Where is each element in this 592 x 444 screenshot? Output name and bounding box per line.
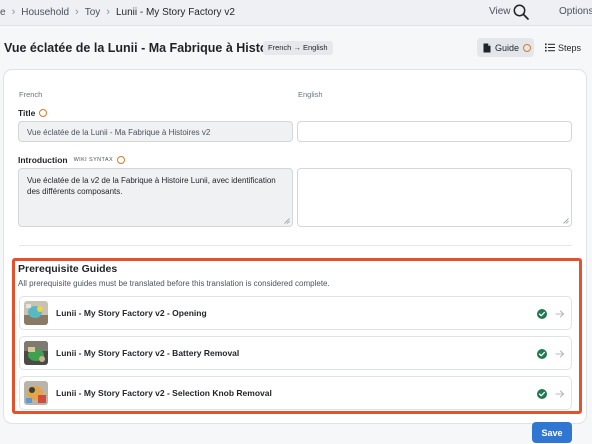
- breadcrumb-separator-icon: ›: [106, 6, 110, 18]
- view-link[interactable]: View: [489, 6, 511, 17]
- page-title: Vue éclatée de la Lunii - Ma Fabrique à …: [4, 41, 308, 55]
- introduction-source-field: Vue éclatée de la v2 de la Fabrique à Hi…: [18, 168, 293, 227]
- tab-guide-label: Guide: [495, 42, 520, 53]
- list-icon: [545, 43, 555, 52]
- breadcrumb-separator-icon: ›: [11, 6, 16, 18]
- introduction-label-text: Introduction: [18, 155, 68, 165]
- document-icon: [483, 43, 491, 52]
- guide-title: Lunii - My Story Factory v2 - Selection …: [56, 388, 272, 398]
- breadcrumb-separator-icon: ›: [75, 6, 79, 18]
- introduction-field-label: Introduction WIKI SYNTAX: [18, 155, 126, 165]
- search-icon[interactable]: [512, 3, 530, 21]
- title-translation-input[interactable]: [297, 121, 572, 142]
- top-bar: e › Household › Toy › Lunii - My Story F…: [0, 0, 592, 26]
- tab-guide[interactable]: Guide: [477, 38, 534, 57]
- target-language-label: English: [298, 90, 323, 99]
- source-language-label: French: [19, 90, 43, 99]
- wiki-syntax-badge[interactable]: WIKI SYNTAX: [74, 157, 113, 163]
- prerequisite-guides-title: Prerequisite Guides: [18, 263, 118, 275]
- check-circle-icon: [537, 309, 547, 319]
- save-button[interactable]: Save: [532, 422, 572, 443]
- section-divider: [19, 245, 572, 246]
- title-field-label: Title: [18, 108, 48, 118]
- breadcrumb-item-household[interactable]: Household: [21, 7, 69, 18]
- breadcrumb-item-toy[interactable]: Toy: [85, 7, 101, 18]
- pending-status-icon: [117, 156, 126, 164]
- arrow-right-icon[interactable]: [555, 349, 565, 359]
- prerequisite-guide-opening[interactable]: Lunii - My Story Factory v2 - Opening: [19, 296, 572, 330]
- guide-thumbnail: [24, 301, 48, 325]
- guide-thumbnail: [24, 381, 48, 405]
- title-label-text: Title: [18, 108, 36, 118]
- title-source-field: Vue éclatée de la Lunii - Ma Fabrique à …: [18, 121, 293, 142]
- prerequisite-guide-battery-removal[interactable]: Lunii - My Story Factory v2 - Battery Re…: [19, 336, 572, 370]
- pending-status-icon: [523, 43, 532, 52]
- pending-status-icon: [39, 109, 48, 117]
- breadcrumb: e › Household › Toy › Lunii - My Story F…: [0, 6, 235, 18]
- check-circle-icon: [537, 389, 547, 399]
- prerequisite-guides-description: All prerequisite guides must be translat…: [18, 279, 330, 288]
- options-link[interactable]: Options: [559, 6, 592, 17]
- arrow-right-icon[interactable]: [555, 309, 565, 319]
- guide-thumbnail: [24, 341, 48, 365]
- language-pair-badge: French → English: [263, 41, 333, 55]
- introduction-source-text: Vue éclatée de la v2 de la Fabrique à Hi…: [27, 176, 276, 196]
- resize-grip-icon[interactable]: [284, 218, 290, 224]
- breadcrumb-item-category[interactable]: e: [0, 7, 6, 18]
- arrow-right-icon[interactable]: [555, 389, 565, 399]
- prerequisite-guide-selection-knob-removal[interactable]: Lunii - My Story Factory v2 - Selection …: [19, 376, 572, 410]
- tab-steps[interactable]: Steps: [545, 38, 581, 57]
- guide-title: Lunii - My Story Factory v2 - Opening: [56, 308, 207, 318]
- breadcrumb-item-current[interactable]: Lunii - My Story Factory v2: [116, 7, 235, 18]
- check-circle-icon: [537, 349, 547, 359]
- guide-title: Lunii - My Story Factory v2 - Battery Re…: [56, 348, 240, 358]
- introduction-translation-input[interactable]: [297, 168, 572, 227]
- tab-steps-label: Steps: [558, 42, 582, 53]
- resize-grip-icon[interactable]: [563, 218, 569, 224]
